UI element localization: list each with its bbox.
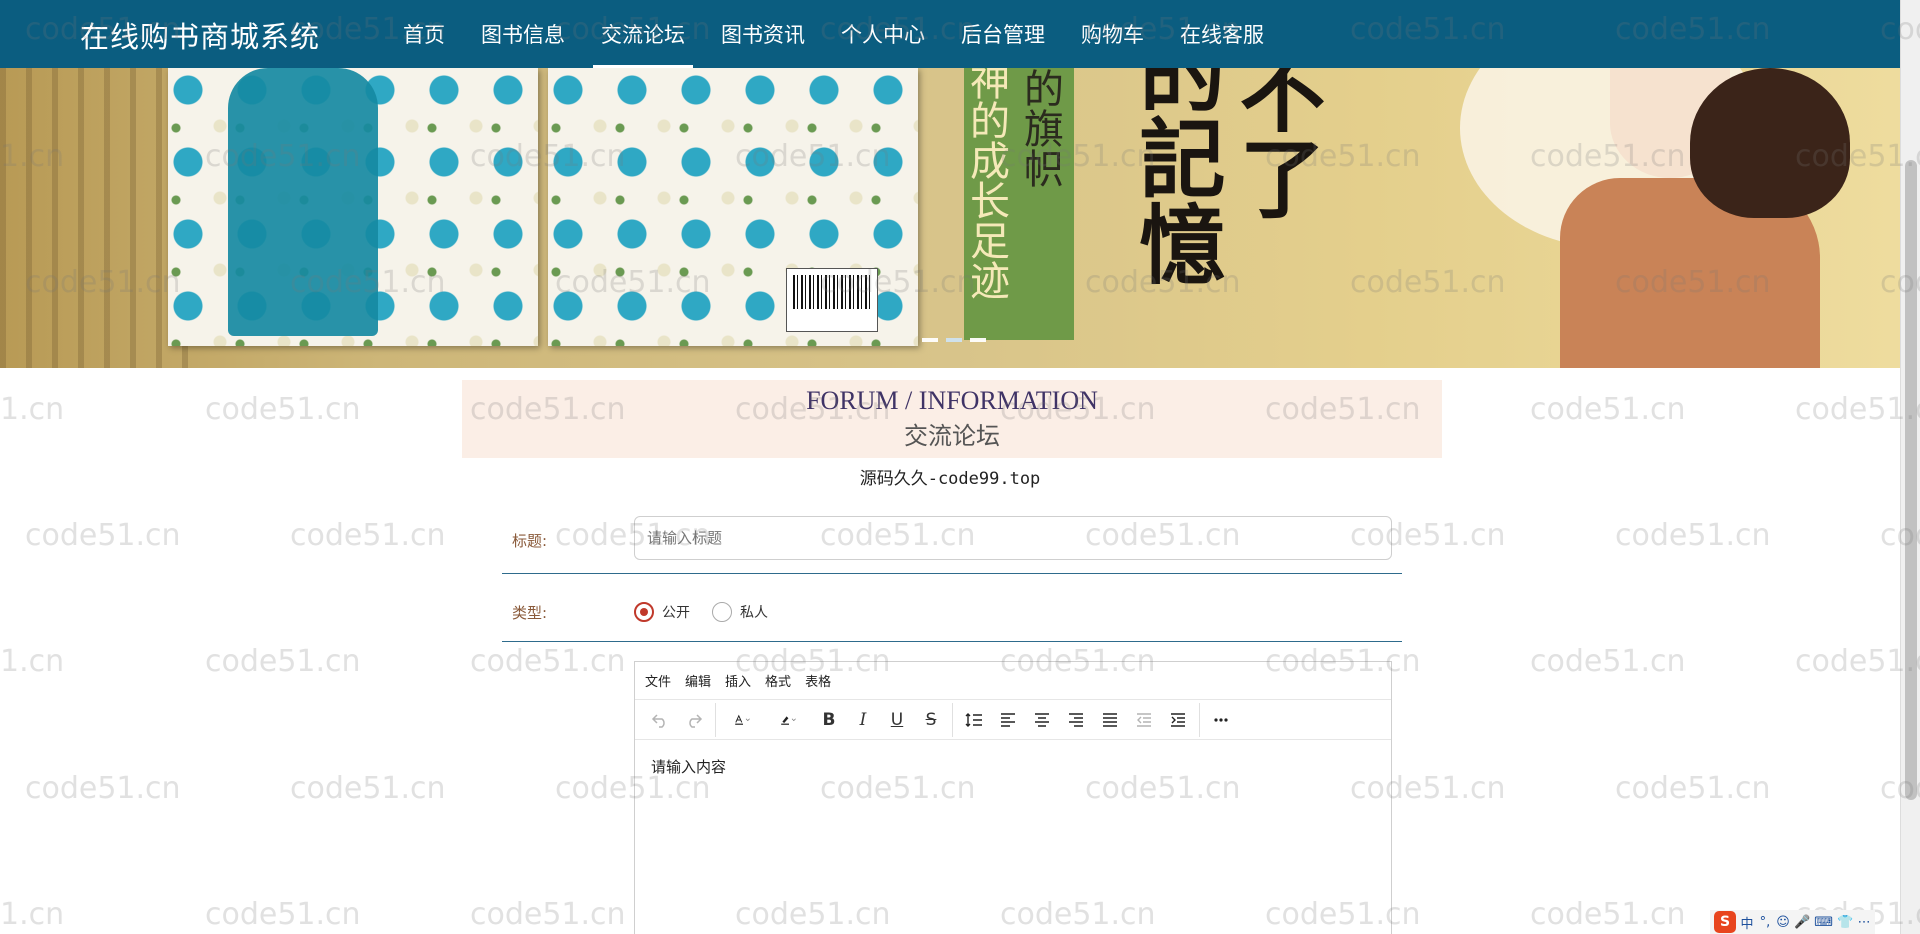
carousel-dot-1[interactable]: [922, 338, 938, 342]
carousel-dot-2[interactable]: [946, 338, 962, 342]
page: 在线购书商城系统 首页 图书信息 交流论坛 图书资讯 个人中心 后台管理 购物车…: [0, 0, 1920, 934]
watermark-text: code51.cn: [1615, 518, 1771, 553]
nav-item-support[interactable]: 在线客服: [1162, 0, 1282, 68]
rich-text-editor: 文件 编辑 插入 格式 表格 B I U S 请输入内容: [634, 661, 1392, 934]
ime-more-icon[interactable]: ⋯: [1857, 915, 1871, 930]
toolbar-separator: [715, 702, 716, 737]
watermark-text: 1.cn: [0, 392, 65, 427]
form-row-type: 类型: 公开 私人: [502, 590, 1402, 642]
type-label: 类型:: [512, 604, 548, 622]
align-right-icon[interactable]: [1059, 704, 1093, 736]
form-row-title: 标题:: [502, 516, 1402, 574]
toolbar-separator: [952, 702, 953, 737]
banner-calligraphy-left: 的記憶: [1124, 68, 1225, 286]
watermark-text: code51.cn: [25, 771, 181, 806]
editor-menubar: 文件 编辑 插入 格式 表格: [635, 662, 1391, 700]
nav-item-cart[interactable]: 购物车: [1063, 0, 1162, 68]
banner-background-building: [0, 68, 190, 368]
carousel-dot-3[interactable]: [970, 338, 986, 342]
title-input[interactable]: [634, 516, 1392, 560]
watermark-text: 1.cn: [0, 644, 65, 679]
watermark-text: code51.cn: [205, 897, 361, 932]
editor-toolbar: B I U S: [635, 700, 1391, 740]
type-radio-group: 公开 私人: [634, 602, 768, 622]
radio-public[interactable]: 公开: [634, 602, 690, 622]
watermark-text: code51.cn: [205, 644, 361, 679]
top-navbar: 在线购书商城系统 首页 图书信息 交流论坛 图书资讯 个人中心 后台管理 购物车…: [0, 0, 1900, 68]
watermark-text: code51.cn: [25, 518, 181, 553]
align-justify-icon[interactable]: [1093, 704, 1127, 736]
section-title-zh: 交流论坛: [904, 422, 1000, 450]
nav-item-news[interactable]: 图书资讯: [703, 0, 823, 68]
nav-item-home[interactable]: 首页: [385, 0, 463, 68]
watermark-text: code51.cn: [470, 897, 626, 932]
editor-content[interactable]: 请输入内容: [635, 740, 1391, 793]
ime-skin-icon[interactable]: 👕: [1837, 915, 1853, 930]
nav-list: 首页 图书信息 交流论坛 图书资讯 个人中心 后台管理 购物车 在线客服: [385, 0, 1282, 68]
nav-item-forum[interactable]: 交流论坛: [583, 0, 703, 68]
ime-keyboard-icon[interactable]: ⌨: [1814, 915, 1833, 930]
align-left-icon[interactable]: [991, 704, 1025, 736]
banner-spine-text-right: 的旗帜: [1017, 68, 1063, 188]
nav-item-books[interactable]: 图书信息: [463, 0, 583, 68]
banner-barcode: [786, 268, 878, 332]
ime-punctuation-icon[interactable]: °,: [1758, 915, 1772, 930]
strikethrough-icon[interactable]: S: [914, 704, 948, 736]
font-color-icon[interactable]: [720, 704, 766, 736]
site-title[interactable]: 在线购书商城系统: [80, 14, 320, 56]
title-label: 标题:: [512, 532, 548, 550]
more-icon[interactable]: [1204, 704, 1238, 736]
outdent-icon[interactable]: [1127, 704, 1161, 736]
watermark-text: code51.cn: [290, 518, 446, 553]
radio-public-label[interactable]: 公开: [662, 602, 690, 622]
highlight-color-icon[interactable]: [766, 704, 812, 736]
bold-icon[interactable]: B: [812, 704, 846, 736]
ime-voice-icon[interactable]: 🎤: [1794, 915, 1810, 930]
section-title-box: FORUM / INFORMATION 交流论坛: [462, 380, 1442, 458]
radio-private-circle[interactable]: [712, 602, 732, 622]
page-scrollbar[interactable]: [1900, 0, 1920, 934]
ime-logo-icon[interactable]: S: [1714, 911, 1736, 933]
watermark-text: code51.cn: [1530, 644, 1686, 679]
banner-lady-hair: [1690, 68, 1850, 218]
redo-icon[interactable]: [677, 704, 711, 736]
banner-silhouette: [228, 68, 378, 336]
radio-private[interactable]: 私人: [712, 602, 768, 622]
banner-calligraphy-right: 不了: [1224, 68, 1325, 220]
menu-edit[interactable]: 编辑: [685, 671, 711, 690]
section-title-en: FORUM / INFORMATION: [806, 386, 1098, 415]
nav-item-admin[interactable]: 后台管理: [943, 0, 1063, 68]
ime-chinese-mode[interactable]: 中: [1740, 913, 1754, 932]
banner-spine-text-left: 神的成长足迹: [963, 68, 1009, 300]
radio-public-circle[interactable]: [634, 602, 654, 622]
italic-icon[interactable]: I: [846, 704, 880, 736]
radio-private-label[interactable]: 私人: [740, 602, 768, 622]
watermark-text: code51.cn: [290, 771, 446, 806]
ime-tray: S 中 °, ☺ 🎤 ⌨ 👕 ⋯: [1710, 910, 1876, 934]
menu-insert[interactable]: 插入: [725, 671, 751, 690]
banner-carousel[interactable]: 神的成长足迹 的旗帜 的記憶 不了: [0, 68, 1900, 368]
undo-icon[interactable]: [643, 704, 677, 736]
menu-table[interactable]: 表格: [805, 671, 831, 690]
watermark-text: code51.cn: [1530, 392, 1686, 427]
indent-icon[interactable]: [1161, 704, 1195, 736]
watermark-text: code51.cn: [1530, 897, 1686, 932]
line-height-icon[interactable]: [957, 704, 991, 736]
underline-icon[interactable]: U: [880, 704, 914, 736]
ime-emoji-icon[interactable]: ☺: [1776, 915, 1790, 930]
watermark-text: code51.cn: [470, 644, 626, 679]
section-subtitle: 源码久久-code99.top: [859, 469, 1041, 489]
watermark-text: code51.cn: [1615, 771, 1771, 806]
scrollbar-thumb[interactable]: [1905, 160, 1917, 800]
menu-format[interactable]: 格式: [765, 671, 791, 690]
toolbar-separator: [1199, 702, 1200, 737]
carousel-indicators: [922, 338, 986, 342]
menu-file[interactable]: 文件: [645, 671, 671, 690]
watermark-text: code51.cn: [205, 392, 361, 427]
align-center-icon[interactable]: [1025, 704, 1059, 736]
nav-item-profile[interactable]: 个人中心: [823, 0, 943, 68]
watermark-text: 1.cn: [0, 897, 65, 932]
